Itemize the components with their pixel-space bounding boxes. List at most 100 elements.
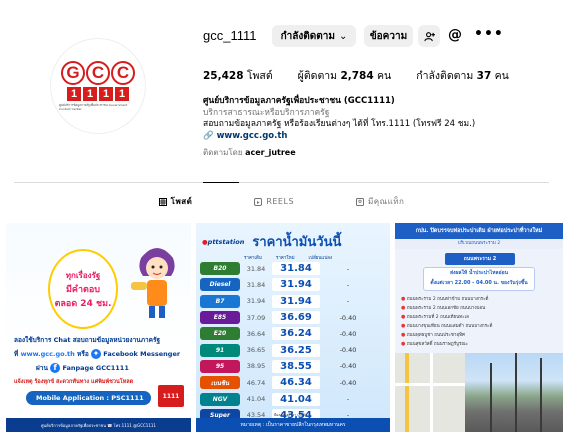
fuel-old-price: 36.65 [246, 346, 266, 355]
profile-username: gcc_1111 [203, 28, 257, 43]
gcc-logo: G C C 1 1 1 1 ศูนย์บริการข้อมูลภาครัฐเพื… [59, 61, 137, 111]
post1-line2-fb: Facebook Messenger [103, 350, 181, 358]
profile-tabs: โพสต์ REELS มีคุณแท็ก [0, 195, 563, 208]
pin-icon: ● [401, 314, 406, 320]
profile-avatar[interactable]: G C C 1 1 1 1 ศูนย์บริการข้อมูลภาครัฐเพื… [50, 38, 146, 134]
logo-digit-4: 1 [115, 87, 129, 101]
more-icon[interactable]: ••• [474, 26, 504, 42]
area-item: ● ถนนสุขสวัสดิ์ ถนนราษฎร์บูรณะ [401, 340, 557, 349]
area-item: ● ถนนพุทธบูชา ถนนประชาอุทิศ [401, 331, 557, 340]
followed-by-prefix: ติดตามโดย [203, 148, 243, 157]
fuel-label: เบนซิน [200, 376, 240, 390]
post1-footer: ศูนย์บริการข้อมูลภาครัฐเพื่อประชาชน ☎ โท… [6, 418, 191, 432]
pin-icon: ● [401, 332, 406, 338]
following-unit: คน [494, 70, 509, 82]
followed-by-user: acer_jutree [245, 148, 296, 157]
tagged-icon [356, 197, 365, 206]
tab-posts[interactable]: โพสต์ [158, 195, 193, 208]
following-label: กำลังติดตาม [416, 70, 474, 82]
post1-line1: ลองใช้บริการ Chat สอบถามข้อมูลหน่วยงานภา… [14, 336, 161, 344]
following-button[interactable]: กำลังติดตาม ⌄ [272, 25, 356, 47]
tab-reels[interactable]: REELS [254, 195, 294, 208]
fuel-row: เบนซิน 46.74 46.34 -0.40 [200, 375, 386, 390]
followers-stat[interactable]: ผู้ติดตาม 2,784 คน [298, 67, 392, 84]
post1-line2: ที่ www.gcc.go.th หรือ ✦ Facebook Messen… [14, 349, 180, 359]
fuel-change: - [346, 280, 350, 289]
profile-link[interactable]: 🔗 www.gcc.go.th [203, 131, 523, 143]
logo-letter-g: G [61, 61, 85, 85]
tab-posts-label: โพสต์ [170, 197, 193, 206]
fuel-change: -0.40 [339, 378, 357, 387]
threads-icon[interactable]: @ [448, 27, 462, 43]
fuel-change: -0.40 [339, 362, 357, 371]
post-thumbnail-3[interactable]: กปน. ปิดบรรจบท่อประปาเดิม ฝ่ายท่อประปาที… [395, 223, 563, 432]
tab-tagged-label: มีคุณแท็ก [368, 197, 405, 206]
post1-line2-mid: หรือ [77, 350, 89, 358]
logo-letter-c1: C [86, 61, 110, 85]
tab-reels-label: REELS [266, 197, 295, 206]
posts-label: โพสต์ [246, 70, 273, 82]
fuel-change: -0.40 [339, 313, 357, 322]
posts-count: 25,428 [203, 70, 244, 82]
fuel-row: Diesel 31.84 31.94 - [200, 277, 386, 292]
profile-bio: ศูนย์บริการข้อมูลภาครัฐเพื่อประชาชน (GCC… [203, 96, 523, 159]
post-thumbnail-1[interactable]: ทุกเรื่องรัฐ มีคำตอบ ตลอด 24 ชม. ลองใช้บ… [6, 223, 191, 432]
followed-by[interactable]: ติดตามโดย acer_jutree [203, 147, 523, 159]
fuel-new-price: 36.24 [272, 327, 320, 341]
profile-description: สอบถามข้อมูลภาครัฐ หรือร้องเรียนต่างๆ ได… [203, 119, 476, 129]
area-text: ถนนพระราม 2 ถนนเอกชัย ถนนบางบอน [406, 306, 486, 311]
add-user-button[interactable] [418, 25, 440, 47]
fuel-label: NGV [200, 392, 240, 406]
pin-icon: ● [401, 305, 406, 311]
profile-stats: 25,428 โพสต์ ผู้ติดตาม 2,784 คน กำลังติด… [203, 67, 509, 84]
pin-icon: ● [401, 323, 406, 329]
fuel-new-price: 36.25 [272, 343, 320, 357]
fuel-label: 95 [200, 359, 240, 373]
post3-header: กปน. ปิดบรรจบท่อประปาเดิม ฝ่ายท่อประปาที… [395, 223, 563, 239]
fuel-new-price: 31.84 [272, 262, 320, 276]
post3-map [395, 353, 465, 432]
ptt-logo: ●pttstation [202, 237, 245, 246]
fuel-old-price: 37.09 [246, 313, 266, 322]
fuel-new-price: 38.55 [272, 359, 320, 373]
fuel-old-price: 41.04 [246, 395, 266, 404]
fuel-price-table: ราคาเดิม ราคาใหม่ เปลี่ยนแปลง B20 31.84 31… [200, 253, 386, 424]
post3-info: ส่งผลให้ น้ำประปาไหลอ่อน ตั้งแต่เวลา 22.… [423, 267, 535, 291]
messenger-icon: ✦ [91, 349, 101, 359]
post2-footer: หมายเหตุ : เป็นราคาขายปลีกในกรุงเทพมหานค… [196, 418, 390, 432]
posts-stat[interactable]: 25,428 โพสต์ [203, 67, 273, 84]
fuel-new-price: 31.94 [272, 278, 320, 292]
fuel-label: B7 [200, 294, 240, 308]
post3-sub: บริเวณถนนพระราม 2 [395, 239, 563, 249]
fuel-change: -0.40 [339, 329, 357, 338]
tab-tagged[interactable]: มีคุณแท็ก [356, 195, 404, 208]
post1-badge: 1111 [158, 385, 184, 407]
grid-icon [158, 197, 167, 206]
add-user-icon [423, 31, 435, 41]
message-button[interactable]: ข้อความ [364, 25, 413, 47]
message-button-label: ข้อความ [369, 30, 408, 42]
fuel-old-price: 31.94 [246, 297, 266, 306]
fuel-row: 95 38.95 38.55 -0.40 [200, 359, 386, 374]
chevron-down-icon: ⌄ [338, 30, 348, 42]
header-old: ราคาเดิม [244, 255, 262, 261]
link-icon: 🔗 [203, 130, 214, 141]
logo-digit-2: 1 [83, 87, 97, 101]
post-thumbnail-2[interactable]: ●pttstation ราคาน้ำมันวันนี้ ราคาเดิม รา… [196, 223, 390, 432]
post3-road: ถนนพระราม 2 [445, 253, 515, 265]
profile-display-name: ศูนย์บริการข้อมูลภาครัฐเพื่อประชาชน (GCC… [203, 96, 395, 106]
area-text: ถนนพุทธบูชา ถนนประชาอุทิศ [406, 333, 465, 338]
post2-header: ●pttstation ราคาน้ำมันวันนี้ [202, 231, 341, 252]
profile-link-text: www.gcc.go.th [216, 130, 288, 141]
post1-bubble-line2: มีคำตอบ [66, 284, 100, 295]
profile-category: บริการสาธารณะหรือบริการภาครัฐ [203, 107, 330, 118]
fuel-row: NGV 41.04 41.04 - [200, 391, 386, 406]
fuel-label: Diesel [200, 278, 240, 292]
fuel-new-price: 46.34 [272, 376, 320, 390]
fuel-label: E85 [200, 311, 240, 325]
post1-line3: ผ่าน f Fanpage GCC1111 [36, 363, 129, 373]
area-text: ถนนพระราม 2 ถนนท่าข้าม ถนนบางกระดี่ [406, 297, 489, 302]
post1-line2-site: www.gcc.go.th [20, 350, 75, 358]
logo-subtitle: ศูนย์บริการข้อมูลภาครัฐเพื่อประชาชน Gove… [59, 103, 128, 111]
following-stat[interactable]: กำลังติดตาม 37 คน [416, 67, 509, 84]
